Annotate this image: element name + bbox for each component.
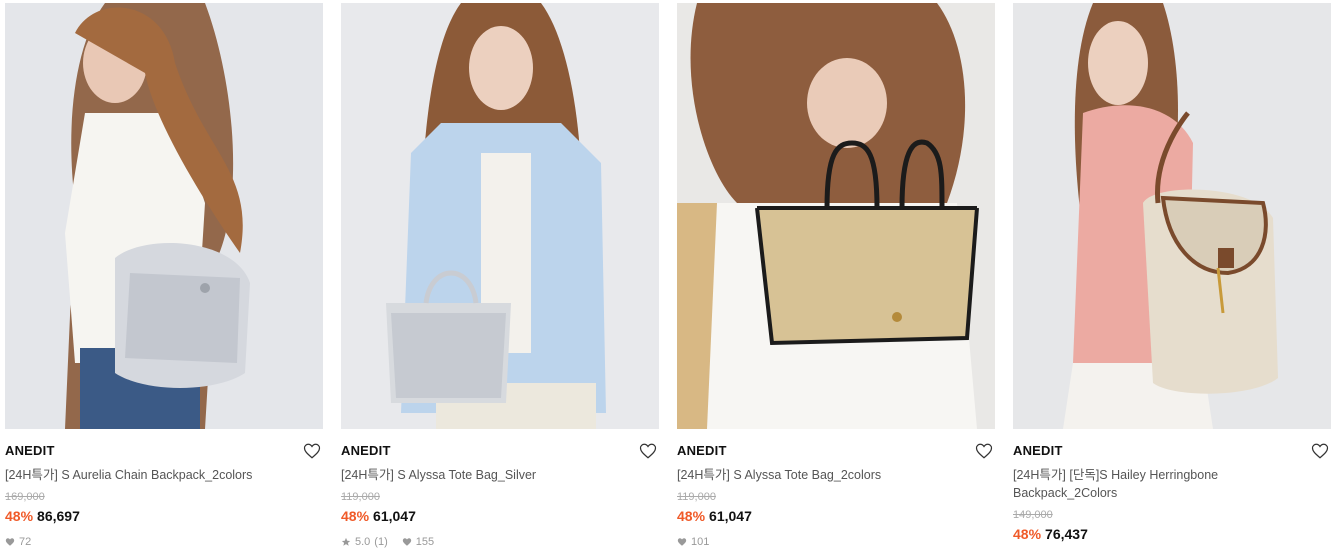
heart-outline-icon[interactable]: [303, 442, 321, 460]
product-title[interactable]: [24H특가] S Alyssa Tote Bag_2colors: [677, 466, 937, 484]
price-row: 48% 61,047: [677, 507, 995, 525]
sale-price: 61,047: [709, 508, 752, 524]
product-image[interactable]: [5, 3, 323, 429]
product-card[interactable]: ANEDIT [24H특가] S Aurelia Chain Backpack_…: [5, 3, 323, 553]
price-row: 48% 76,437: [1013, 525, 1331, 543]
discount-rate: 48%: [677, 508, 706, 524]
original-price: 169,000: [5, 491, 45, 503]
like-count: 72: [19, 536, 32, 548]
brand-name[interactable]: ANEDIT: [1013, 442, 1331, 460]
product-title[interactable]: [24H특가] S Alyssa Tote Bag_Silver: [341, 466, 601, 484]
product-image[interactable]: [677, 3, 995, 429]
heart-outline-icon[interactable]: [639, 442, 657, 460]
brand-name[interactable]: ANEDIT: [677, 442, 995, 460]
heart-filled-icon: [677, 538, 687, 546]
original-price: 119,000: [677, 491, 716, 503]
like-count: 101: [691, 536, 710, 548]
product-image[interactable]: [1013, 3, 1331, 429]
brand-name[interactable]: ANEDIT: [5, 442, 323, 460]
sale-price: 76,437: [1045, 526, 1088, 542]
product-card[interactable]: ANEDIT [24H특가] [단독]S Hailey Herringbone …: [1013, 3, 1331, 553]
discount-rate: 48%: [341, 508, 370, 524]
price-row: 48% 86,697: [5, 507, 323, 525]
product-title[interactable]: [24H특가] [단독]S Hailey Herringbone Backpac…: [1013, 466, 1243, 502]
star-icon: [341, 537, 351, 546]
product-card[interactable]: ANEDIT [24H특가] S Alyssa Tote Bag_2colors…: [677, 3, 995, 553]
brand-name[interactable]: ANEDIT: [341, 442, 659, 460]
rating: 5.0: [355, 536, 371, 548]
product-card[interactable]: ANEDIT [24H특가] S Alyssa Tote Bag_Silver …: [341, 3, 659, 553]
sale-price: 86,697: [37, 508, 80, 524]
original-price: 119,000: [341, 491, 380, 503]
product-meta: 101: [677, 535, 995, 549]
like-count: 155: [415, 536, 435, 548]
product-meta: 72: [5, 535, 323, 549]
heart-outline-icon[interactable]: [975, 442, 993, 460]
product-grid: ANEDIT [24H특가] S Aurelia Chain Backpack_…: [0, 0, 1337, 553]
sale-price: 61,047: [373, 508, 416, 524]
heart-filled-icon: [5, 538, 15, 546]
discount-rate: 48%: [5, 508, 34, 524]
heart-filled-icon: [402, 538, 411, 546]
original-price: 149,000: [1013, 509, 1053, 521]
product-image[interactable]: [341, 3, 659, 429]
review-count: (1): [374, 536, 388, 548]
product-meta: 5.0 (1) 155: [341, 535, 659, 549]
price-row: 48% 61,047: [341, 507, 659, 525]
heart-outline-icon[interactable]: [1311, 442, 1329, 460]
product-title[interactable]: [24H특가] S Aurelia Chain Backpack_2colors: [5, 466, 265, 484]
discount-rate: 48%: [1013, 526, 1042, 542]
